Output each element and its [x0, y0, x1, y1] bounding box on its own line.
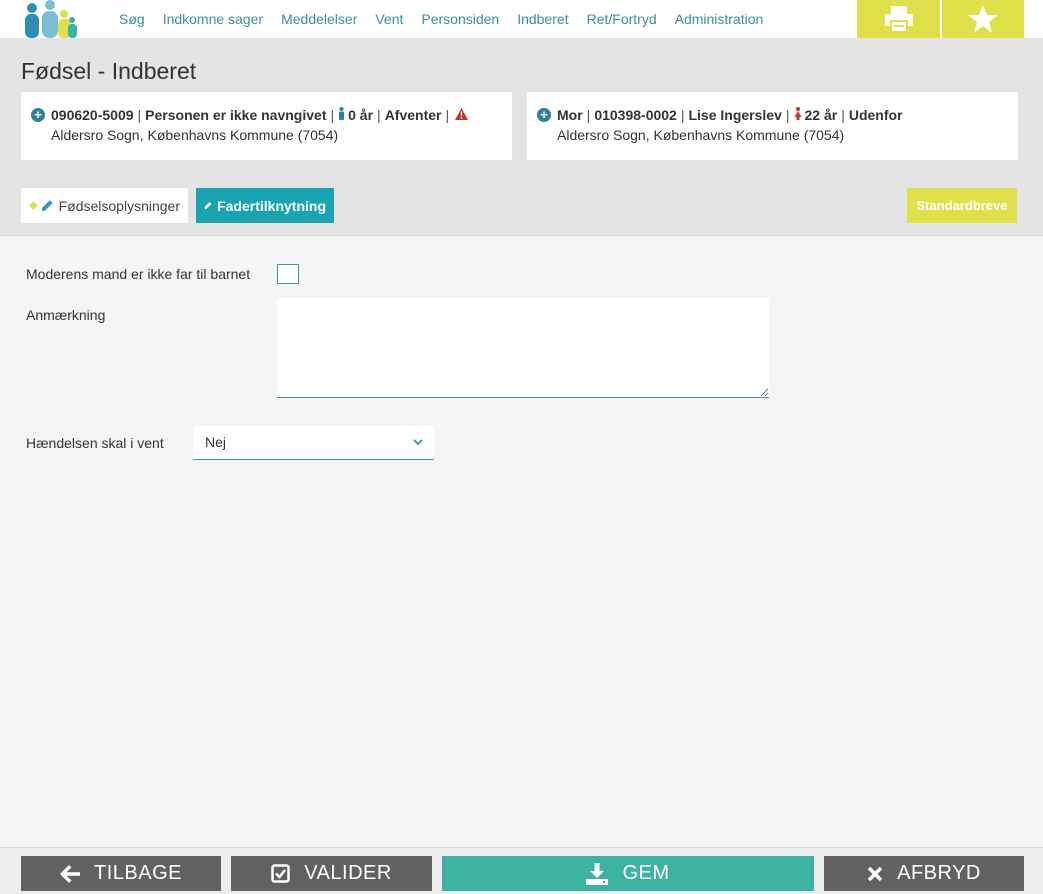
- people-logo-icon[interactable]: [20, 0, 78, 38]
- save-label: GEM: [622, 862, 670, 884]
- checkbox-check-icon: [271, 864, 290, 883]
- nav-item-administration[interactable]: Administration: [675, 11, 764, 27]
- nav-item-messages[interactable]: Meddelelser: [281, 11, 357, 27]
- mother-name: Lise Ingerslev: [688, 107, 782, 123]
- print-button[interactable]: [857, 0, 940, 38]
- nav-item-search[interactable]: Søg: [119, 11, 145, 27]
- warning-icon: [455, 107, 469, 123]
- arrow-left-icon: [60, 864, 80, 883]
- pencil-icon: [204, 202, 212, 209]
- child-address: Aldersro Sogn, Københavns Kommune (7054): [51, 127, 339, 143]
- pencil-icon: [41, 200, 53, 211]
- validate-button[interactable]: VALIDER: [231, 856, 432, 891]
- validate-label: VALIDER: [304, 862, 392, 884]
- save-button[interactable]: GEM: [442, 856, 814, 891]
- not-father-checkbox[interactable]: [277, 264, 299, 284]
- child-cpr[interactable]: 090620-5009: [51, 107, 134, 123]
- nav-item-waiting[interactable]: Vent: [375, 11, 403, 27]
- close-icon: [867, 866, 883, 881]
- remark-label: Anmærkning: [26, 307, 106, 323]
- expand-plus-icon[interactable]: +: [31, 108, 45, 122]
- case-header: Fødsel - Indberet + 090620-5009 | Person…: [0, 38, 1043, 236]
- tab-father-affiliation[interactable]: Fadertilknytning: [196, 188, 334, 223]
- child-status: Afventer: [384, 107, 442, 123]
- top-navigation: Søg Indkomne sager Meddelelser Vent Pers…: [0, 0, 1043, 38]
- chevron-down-icon: [413, 439, 423, 446]
- mother-cpr[interactable]: 010398-0002: [594, 107, 677, 123]
- tab-label: Fødselsoplysninger: [58, 197, 180, 214]
- nav-item-person-page[interactable]: Personsiden: [421, 11, 499, 27]
- child-person-card: + 090620-5009 | Personen er ikke navngiv…: [21, 92, 512, 160]
- favorite-button[interactable]: [942, 0, 1024, 38]
- download-icon: [586, 862, 609, 885]
- printer-icon: [884, 6, 913, 33]
- back-label: TILBAGE: [94, 862, 182, 884]
- standard-letters-button[interactable]: Standardbreve: [907, 188, 1017, 223]
- hold-selected-value: Nej: [205, 434, 227, 450]
- hold-label: Hændelsen skal i vent: [26, 435, 164, 451]
- back-button[interactable]: TILBAGE: [21, 856, 221, 891]
- diamond-marker-icon: [29, 201, 38, 210]
- female-person-icon: [794, 107, 802, 123]
- mother-status: Udenfor: [848, 107, 903, 123]
- nav-item-report[interactable]: Indberet: [517, 11, 568, 27]
- main-menu: Søg Indkomne sager Meddelelser Vent Pers…: [110, 0, 772, 38]
- cancel-label: AFBRYD: [897, 862, 981, 884]
- child-name: Personen er ikke navngivet: [145, 107, 327, 123]
- mother-person-card: + Mor | 010398-0002 | Lise Ingerslev | 2…: [527, 92, 1018, 160]
- tab-label: Fadertilknytning: [217, 197, 326, 214]
- star-icon: [968, 5, 998, 33]
- cancel-button[interactable]: AFBRYD: [824, 856, 1024, 891]
- mother-role: Mor: [557, 107, 583, 123]
- remark-textarea[interactable]: [277, 298, 769, 398]
- nav-item-correct-undo[interactable]: Ret/Fortryd: [587, 11, 657, 27]
- action-bar: TILBAGE VALIDER GEM AFBRYD: [0, 847, 1043, 894]
- page-title: Fødsel - Indberet: [21, 58, 197, 84]
- nav-item-incoming-cases[interactable]: Indkomne sager: [163, 11, 263, 27]
- hold-select[interactable]: Nej: [193, 426, 434, 460]
- tab-birth-information[interactable]: Fødselsoplysninger: [21, 188, 188, 223]
- expand-plus-icon[interactable]: +: [537, 108, 551, 122]
- child-age: 0 år: [348, 107, 374, 123]
- male-person-icon: [338, 107, 345, 123]
- not-father-label: Moderens mand er ikke far til barnet: [26, 266, 251, 282]
- mother-address: Aldersro Sogn, Københavns Kommune (7054): [557, 127, 845, 143]
- mother-age: 22 år: [804, 107, 838, 123]
